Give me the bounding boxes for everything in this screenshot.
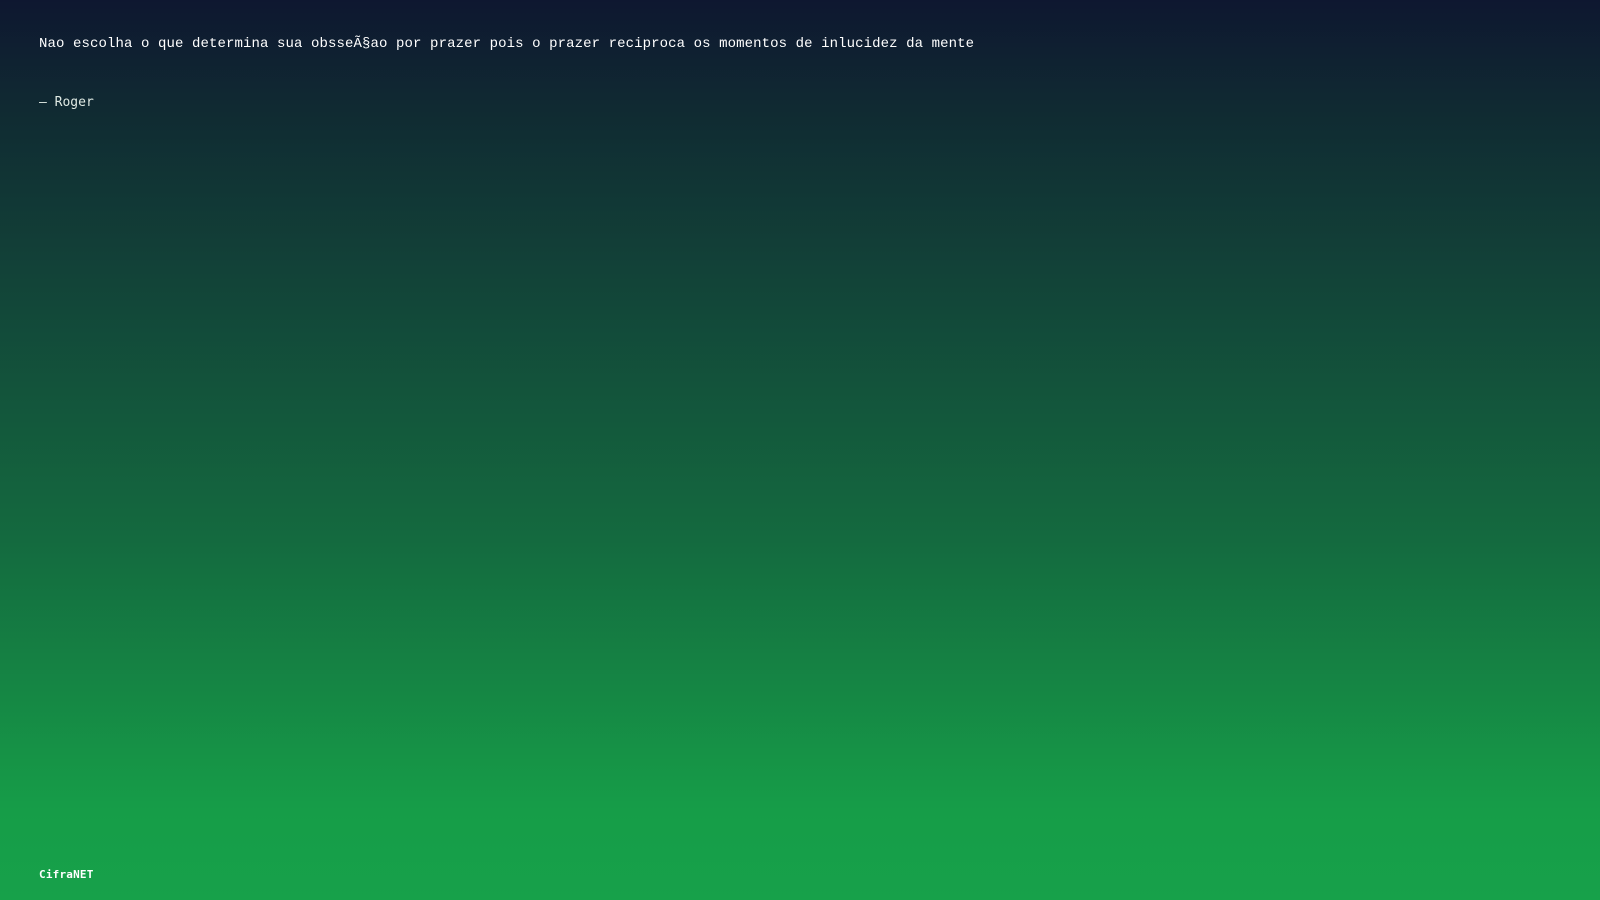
quote-author: – Roger [39, 95, 94, 110]
quote-text: Nao escolha o que determina sua obsseÃ§a… [39, 36, 975, 52]
quote-page: { "quote": { "text": "Nao escolha o que … [0, 0, 1600, 900]
quote-block: Nao escolha o que determina sua obsseÃ§a… [39, 34, 1539, 112]
brand-label: CifraNET [39, 868, 94, 881]
